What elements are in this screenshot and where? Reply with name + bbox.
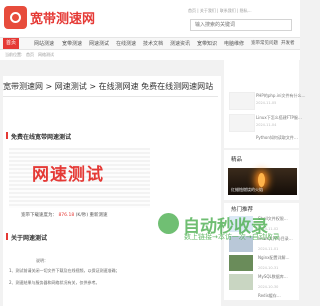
sidebar-post-title[interactable]: Nginx配置详解… — [258, 255, 290, 261]
nav-item-repair[interactable]: 电脑维修 — [224, 40, 244, 47]
breadcrumb-label: 当前位置: — [5, 52, 23, 57]
featured-caption[interactable]: 红蜡烛燃烧的火焰 — [231, 187, 263, 193]
sidebar-post-time: 2024-11-04 — [256, 123, 277, 127]
nav-item-developer[interactable]: 开发者 — [281, 40, 295, 46]
search-input[interactable] — [190, 19, 292, 31]
post-thumbnail[interactable] — [229, 255, 253, 271]
site-logo-text[interactable]: 宽带测速网 — [30, 8, 95, 27]
sidebar-post-title[interactable]: Python如何读取文件… — [256, 135, 298, 141]
speed-result: 宽带下载速度为： 876.18 (K/秒) 重新测速 — [21, 212, 108, 218]
breadcrumb: 当前位置: 首页 网络测试 — [0, 50, 300, 60]
intro-label: 说明： — [36, 258, 48, 263]
sidebar-post-time: 2024-11-01 — [258, 247, 279, 251]
post-thumbnail[interactable] — [229, 274, 253, 290]
title-divider — [3, 96, 218, 97]
speed-result-value: 876.18 — [58, 213, 75, 218]
nav-item-site-speed[interactable]: 网站测速 — [34, 40, 54, 47]
candle-flame — [258, 173, 265, 187]
sidebar-post-time: 2024-10-31 — [258, 266, 279, 270]
sidebar-post-time: 2024-11-05 — [256, 101, 277, 105]
instruction-line-1: 1、测试前请关闭一切文件下载及在线视频，以保证测速准确； — [9, 268, 120, 273]
nav-item-faq[interactable]: 宽带常见问题 — [251, 40, 278, 46]
nav-item-tech-docs[interactable]: 技术文档 — [143, 40, 163, 47]
post-thumbnail[interactable] — [229, 114, 255, 132]
nav-item-online-speed[interactable]: 在线测速 — [116, 40, 136, 47]
top-link-contact[interactable]: 联系我们 — [220, 8, 236, 13]
instruction-line-2: 2、测速结果与服务器和网络状况有关，仅供参考。 — [9, 280, 100, 285]
section-title-about: 关于网速测试 — [11, 235, 48, 242]
watermark-logo-icon — [158, 213, 179, 234]
speed-test-image-text: 网速测试 — [32, 165, 104, 185]
top-links: 首页 | 关于我们 | 联系我们 | 隐私… — [188, 8, 252, 13]
section-title-speed-test: 免费在线宽带网速测试 — [11, 134, 72, 141]
nav-item-broadband-knowledge[interactable]: 宽带知识 — [197, 40, 217, 47]
sidebar-featured-title: 精品 — [231, 157, 243, 163]
top-link-privacy[interactable]: 隐私… — [240, 8, 252, 13]
nav-item-news[interactable]: 测速资讯 — [170, 40, 190, 47]
nav-item-broadband-speed[interactable]: 宽带测速 — [62, 40, 82, 47]
logo-icon[interactable] — [4, 6, 27, 29]
sidebar-post-title[interactable]: PHP的php.ini文件有什么… — [256, 93, 305, 99]
nav-item-home[interactable]: 首页 — [3, 38, 20, 49]
section-marker — [6, 233, 8, 240]
site-header: 宽带测速网 — [0, 0, 300, 37]
top-link-about[interactable]: 关于我们 — [200, 8, 216, 13]
sidebar-post-title[interactable]: MySQL数据库… — [258, 274, 288, 280]
sidebar-post-time: 2024-10-30 — [258, 285, 279, 289]
sidebar-post-title[interactable]: Linux下怎么搭建FTP服… — [256, 115, 302, 121]
nav-item-net-speed[interactable]: 网速测试 — [89, 40, 109, 47]
post-thumbnail[interactable] — [229, 92, 255, 110]
speed-result-label: 宽带下载速度为： — [21, 213, 57, 218]
section-marker — [6, 132, 8, 139]
watermark-subtitle: 数上链接→本访一次→自动收录 — [184, 233, 280, 241]
sidebar-post-title[interactable]: Redis缓存… — [258, 293, 281, 299]
top-link-home[interactable]: 首页 — [188, 8, 196, 13]
main-nav: 首页 网站测速 宽带测速 网速测试 在线测速 技术文档 测速资讯 宽带知识 电脑… — [0, 37, 300, 50]
breadcrumb-home[interactable]: 首页 — [26, 52, 34, 58]
breadcrumb-current[interactable]: 网络测试 — [38, 52, 54, 58]
retest-link[interactable]: (K/秒) 重新测速 — [76, 213, 108, 218]
article-title: 宽带测速网 > 网速测试 > 在线测网速 免费在线测网速网站 — [3, 82, 214, 91]
